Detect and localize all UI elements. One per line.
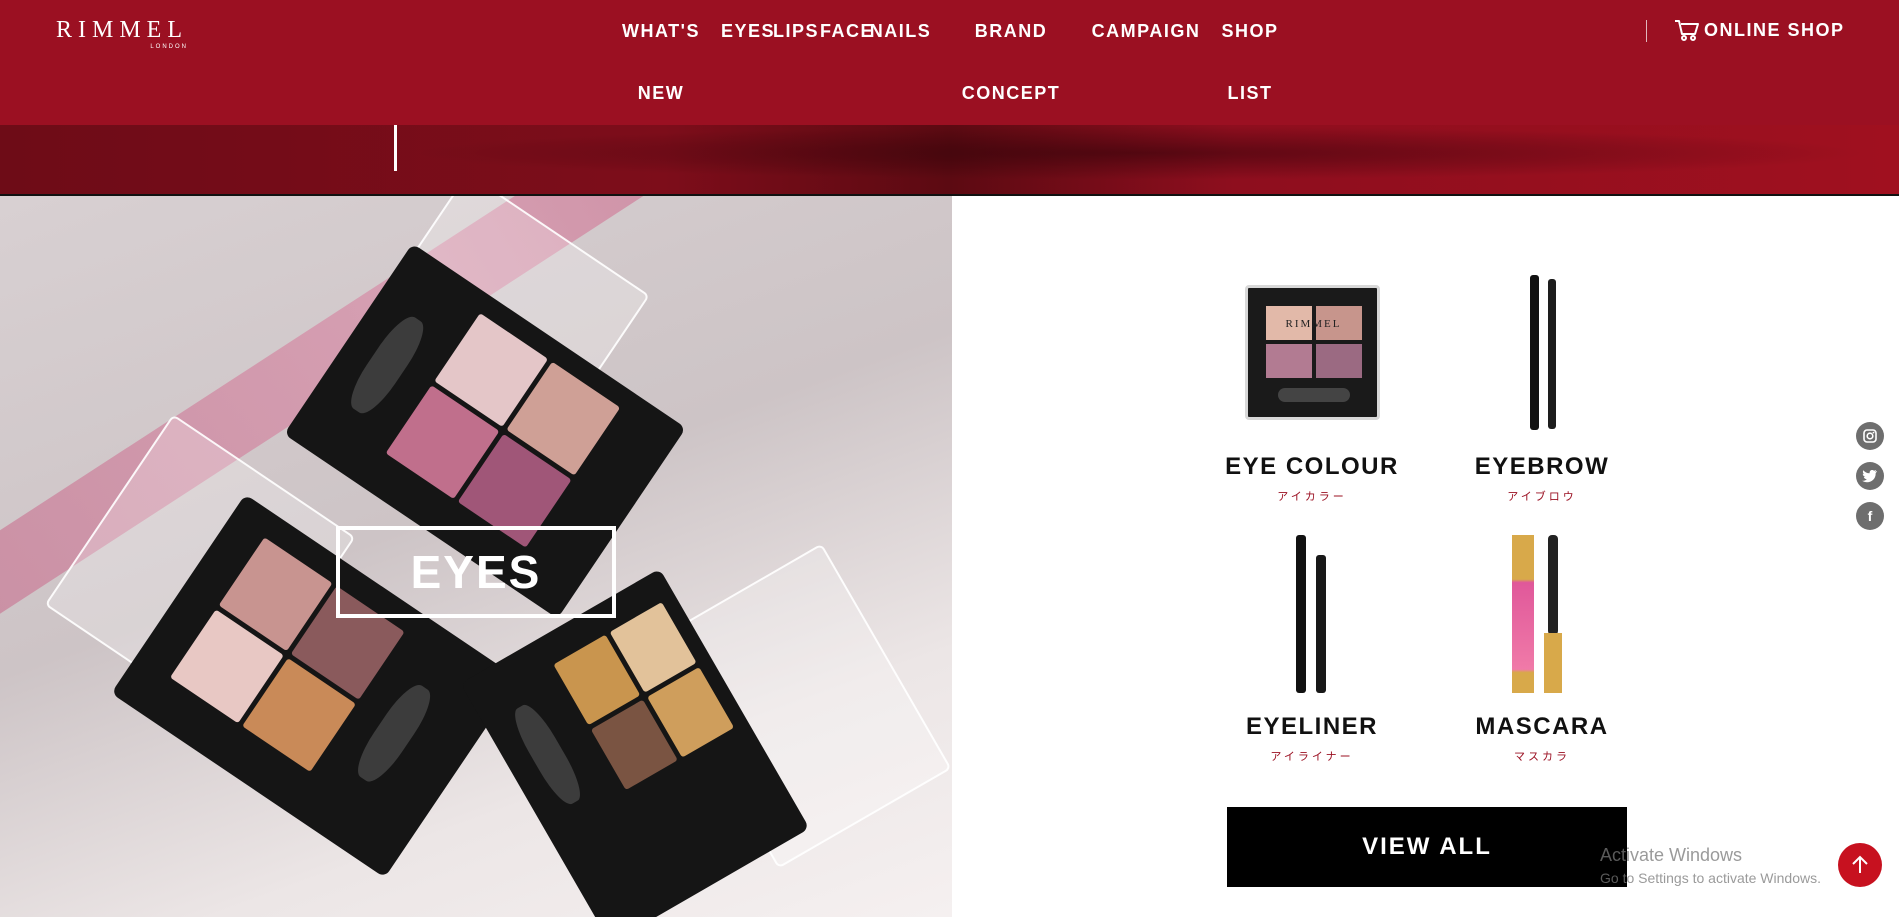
nav-shop-list-label: SHOP LIST: [1221, 21, 1279, 103]
product-subtitle: アイライナー: [1270, 751, 1354, 763]
product-eyebrow[interactable]: EYEBROW アイブロウ: [1447, 275, 1637, 504]
logo-subtext: LONDON: [150, 44, 188, 50]
view-all-button[interactable]: VIEW ALL: [1227, 807, 1627, 887]
product-name: MASCARA: [1475, 713, 1609, 740]
page: RIMMEL LONDON WHAT'S NEW EYES LIPS FACE …: [0, 0, 1899, 917]
instagram-glyph: [1863, 429, 1877, 443]
instagram-icon[interactable]: [1856, 422, 1884, 450]
mascara-wand-icon: [1548, 535, 1558, 635]
facebook-glyph: f: [1867, 508, 1873, 524]
nav-shop-list[interactable]: SHOP LIST: [1212, 0, 1288, 124]
twitter-icon[interactable]: [1856, 462, 1884, 490]
product-mascara[interactable]: MASCARA マスカラ: [1447, 535, 1637, 764]
cart-icon: [1675, 20, 1699, 41]
nav-brand-concept-label: BRAND CONCEPT: [961, 21, 1061, 103]
twitter-glyph: [1862, 469, 1877, 483]
site-header: RIMMEL LONDON WHAT'S NEW EYES LIPS FACE …: [0, 0, 1899, 125]
nav-campaign-label: CAMPAIGN: [1091, 21, 1201, 41]
mascara-wand-icon: [1512, 535, 1534, 693]
product-name: EYELINER: [1245, 713, 1379, 740]
eyebrow-pencil-icon: [1548, 279, 1556, 429]
nav-brand-concept[interactable]: BRAND CONCEPT: [950, 0, 1072, 124]
nav-nails-label: NAILS: [869, 21, 932, 41]
online-shop-label: ONLINE SHOP: [1704, 19, 1845, 40]
eyes-title-box[interactable]: EYES: [336, 526, 616, 618]
nav-nails[interactable]: NAILS: [869, 0, 932, 62]
applicator: [507, 699, 589, 810]
nav-campaign[interactable]: CAMPAIGN: [1088, 0, 1204, 62]
nav-lips[interactable]: LIPS: [771, 0, 821, 62]
arrow-up-icon: [1852, 855, 1868, 873]
nav-face-label: FACE: [820, 21, 875, 41]
product-subtitle: アイカラー: [1277, 491, 1347, 503]
mascara-wand-icon: [1544, 633, 1562, 693]
mascara-image: [1502, 535, 1582, 705]
nav-whats-new-label: WHAT'S NEW: [622, 21, 700, 103]
nav-eyes-label: EYES: [721, 21, 776, 41]
eyeliner-pen-icon: [1316, 555, 1326, 693]
eyebrow-image: [1512, 275, 1572, 445]
rimmel-logo[interactable]: RIMMEL LONDON: [56, 17, 188, 50]
back-to-top-button[interactable]: [1838, 843, 1882, 887]
product-name: EYE COLOUR: [1225, 453, 1399, 480]
eyebrow-pencil-icon: [1530, 275, 1539, 430]
eyeliner-image: [1282, 535, 1342, 705]
nav-face[interactable]: FACE: [820, 0, 873, 62]
product-subtitle: マスカラ: [1514, 751, 1570, 763]
eyeliner-pen-icon: [1296, 535, 1306, 693]
product-eyeliner[interactable]: EYELINER アイライナー: [1217, 535, 1407, 764]
eyes-hero-image[interactable]: EYES: [0, 196, 952, 917]
scroll-indicator-line: [394, 125, 397, 171]
watermark-subtitle: Go to Settings to activate Windows.: [1600, 870, 1821, 886]
palette-brand: RIMMEL: [1285, 318, 1342, 330]
online-shop-link[interactable]: ONLINE SHOP: [1674, 18, 1845, 42]
eyeshadow-palette-icon: RIMMEL: [1244, 285, 1380, 420]
nav-eyes[interactable]: EYES: [721, 0, 774, 62]
eyes-title: EYES: [410, 546, 542, 598]
header-divider: [1646, 20, 1647, 42]
windows-activation-watermark: Activate Windows Go to Settings to activ…: [1600, 845, 1821, 886]
watermark-title: Activate Windows: [1600, 845, 1743, 865]
view-all-label: VIEW ALL: [1362, 833, 1492, 860]
eye-colour-image: RIMMEL: [1244, 275, 1380, 445]
product-eye-colour[interactable]: RIMMEL EYE COLOUR アイカラー: [1217, 275, 1407, 504]
product-subtitle: アイブロウ: [1507, 491, 1577, 503]
logo-text: RIMMEL: [56, 17, 188, 43]
texture-banner: [0, 125, 1899, 195]
applicator: [349, 678, 439, 789]
nav-whats-new[interactable]: WHAT'S NEW: [612, 0, 710, 124]
product-name: EYEBROW: [1474, 453, 1610, 480]
facebook-icon[interactable]: f: [1856, 502, 1884, 530]
nav-lips-label: LIPS: [772, 21, 819, 41]
